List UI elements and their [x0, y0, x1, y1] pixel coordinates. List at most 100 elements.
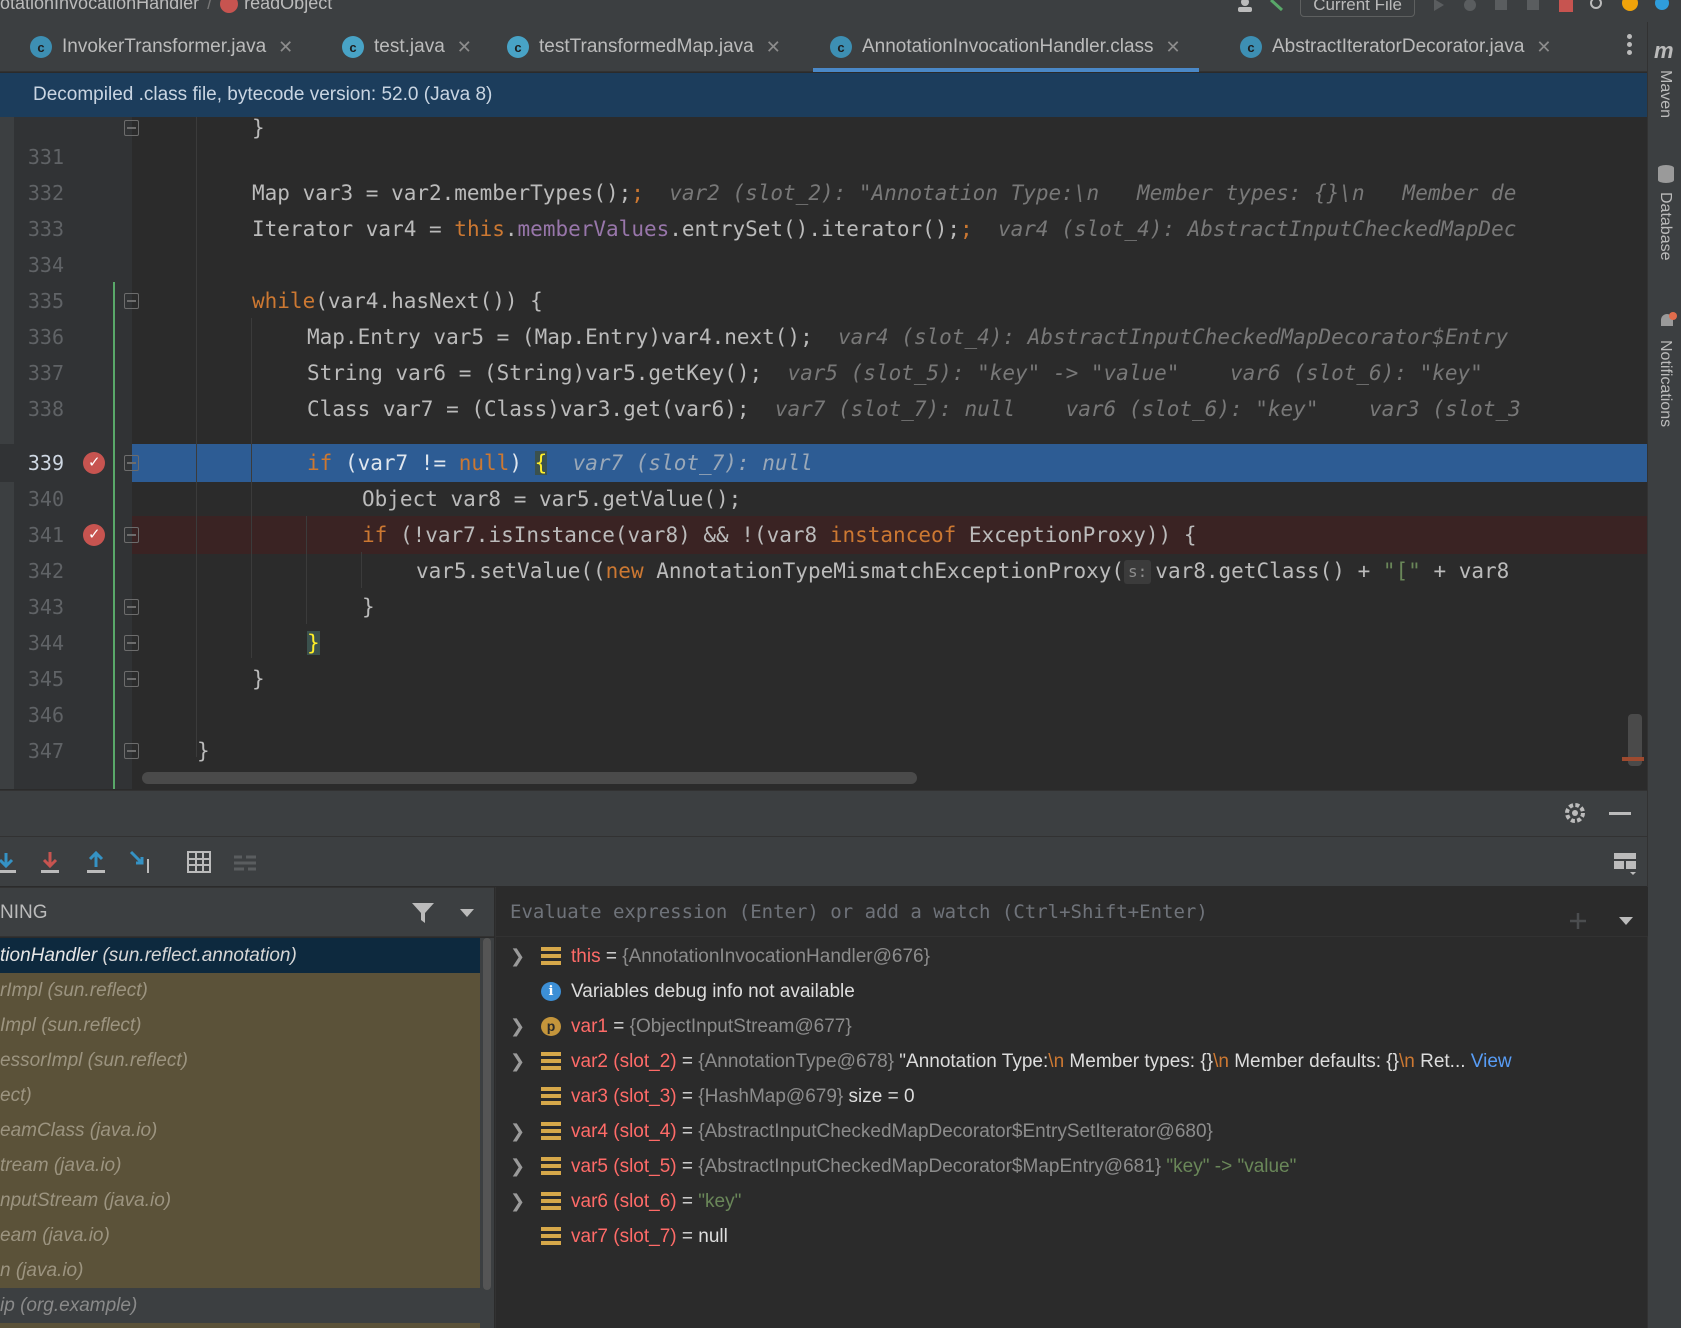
frame-item[interactable]: ip (org.example) [0, 1288, 480, 1323]
thread-selector[interactable]: NING [0, 902, 48, 924]
variable-row-var1[interactable]: ❯ p var1 = {ObjectInputStream@677} [496, 1009, 1648, 1044]
indent-guide [196, 117, 197, 757]
expand-arrow-icon[interactable]: ❯ [510, 1114, 525, 1149]
navigation-bar: otationInvocationHandler / readObject Curr… [0, 0, 1681, 22]
fold-marker-icon[interactable] [124, 743, 139, 759]
fold-marker-icon[interactable] [124, 671, 139, 687]
variable-row-var7[interactable]: var7 (slot_7) = null [496, 1219, 1648, 1254]
variable-row-var6[interactable]: ❯ var6 (slot_6) = "key" [496, 1184, 1648, 1219]
frame-item[interactable]: eam (java.io) [0, 1218, 480, 1253]
add-watch-icon[interactable] [1567, 910, 1589, 932]
debug-icon[interactable] [1461, 0, 1479, 12]
fold-marker-icon[interactable] [124, 599, 139, 615]
chevron-down-icon[interactable] [1618, 916, 1634, 926]
variable-row-var3[interactable]: var3 (slot_3) = {HashMap@679} size = 0 [496, 1079, 1648, 1114]
code-line-331: 331 [0, 138, 1647, 176]
tab-invoker-transformer[interactable]: c InvokerTransformer.java ✕ [30, 22, 293, 72]
filter-icon[interactable] [411, 902, 435, 924]
expand-arrow-icon[interactable]: ❯ [510, 1149, 525, 1184]
evaluate-expression-icon[interactable] [186, 849, 212, 875]
frame-item[interactable]: tream (java.io) [0, 1148, 480, 1183]
trace-stream-icon[interactable] [232, 849, 258, 875]
line-number: 334 [27, 253, 64, 277]
run-icon[interactable] [1429, 0, 1447, 12]
chevron-down-icon[interactable] [459, 908, 475, 918]
decompiled-banner: Decompiled .class file, bytecode version… [0, 73, 1647, 117]
close-icon[interactable]: ✕ [457, 37, 472, 58]
code-text: Iterator var4 = [252, 217, 455, 241]
frame-item[interactable]: rImpl (sun.reflect) [0, 973, 480, 1008]
breadcrumb-method[interactable]: readObject [244, 0, 332, 13]
user-icon[interactable] [1236, 0, 1254, 12]
tab-label: AnnotationInvocationHandler.class [862, 36, 1154, 57]
breakpoint-icon[interactable] [83, 515, 105, 553]
runnable-class-icon: c [342, 36, 364, 58]
maven-tool-button[interactable]: Maven [1656, 70, 1674, 118]
stop-icon[interactable] [1557, 0, 1575, 12]
notifications-bell-icon[interactable] [1657, 312, 1677, 332]
code-keyword: if [362, 523, 388, 547]
variable-row-var2[interactable]: ❯ var2 (slot_2) = {AnnotationType@678} "… [496, 1044, 1648, 1079]
frame-item[interactable]: ect) [0, 1078, 480, 1113]
tab-test-transformed-map[interactable]: c testTransformedMap.java ✕ [507, 22, 781, 72]
step-out-icon[interactable] [83, 849, 109, 875]
step-over-icon[interactable] [0, 849, 20, 875]
frame-item[interactable]: Impl (sun.reflect) [0, 1008, 480, 1043]
frames-header: NING [0, 887, 494, 937]
frame-item[interactable]: tionHandler (sun.reflect.annotation) [0, 938, 480, 973]
profile-icon[interactable] [1525, 0, 1543, 12]
frame-item[interactable]: n (java.io) [0, 1253, 480, 1288]
close-icon[interactable]: ✕ [1536, 37, 1551, 58]
code-editor[interactable]: } 331 332 Map var3 = var2.memberTypes();… [0, 117, 1647, 789]
variable-row-var5[interactable]: ❯ var5 (slot_5) = {AbstractInputCheckedM… [496, 1149, 1648, 1184]
error-stripe-marker[interactable] [1622, 757, 1644, 761]
close-icon[interactable]: ✕ [766, 37, 781, 58]
fold-marker-icon[interactable] [124, 120, 139, 136]
maven-icon[interactable]: m [1654, 38, 1674, 64]
frames-list[interactable]: tionHandler (sun.reflect.annotation) rIm… [0, 938, 480, 1328]
editor-tabs: c InvokerTransformer.java ✕ c test.java ✕ ct… [0, 22, 1647, 72]
code-text: var8.getClass() + [1155, 559, 1383, 583]
variable-row-var4[interactable]: ❯ var4 (slot_4) = {AbstractInputCheckedM… [496, 1114, 1648, 1149]
database-tool-button[interactable]: Database [1656, 192, 1674, 261]
expand-arrow-icon[interactable]: ❯ [510, 1009, 525, 1044]
frame-item[interactable]: eamClass (java.io) [0, 1113, 480, 1148]
variable-row-this[interactable]: ❯ this = {AnnotationInvocationHandler@67… [496, 939, 1648, 974]
notifications-tool-button[interactable]: Notifications [1656, 340, 1674, 427]
coverage-icon[interactable] [1493, 0, 1511, 12]
frame-item[interactable]: essorImpl (sun.reflect) [0, 1043, 480, 1078]
fold-marker-icon[interactable] [124, 527, 139, 543]
expand-arrow-icon[interactable]: ❯ [510, 1184, 525, 1219]
database-icon[interactable] [1657, 164, 1675, 184]
tab-annotation-invocation-handler[interactable]: c AnnotationInvocationHandler.class ✕ [813, 22, 1199, 72]
code-line-336: 336 Map.Entry var5 = (Map.Entry)var4.nex… [0, 318, 1647, 356]
inline-debug-value: var7 (slot_7): null [572, 451, 813, 475]
expand-arrow-icon[interactable]: ❯ [510, 939, 525, 974]
fold-marker-icon[interactable] [124, 293, 139, 309]
run-to-cursor-icon[interactable] [128, 849, 154, 875]
tab-test-java[interactable]: c test.java ✕ [342, 22, 472, 72]
updates-icon[interactable] [1621, 0, 1639, 12]
plugin-icon[interactable] [1653, 0, 1671, 12]
breadcrumb-class[interactable]: otationInvocationHandler [0, 0, 199, 13]
search-icon[interactable] [1589, 0, 1607, 12]
run-configuration-select[interactable]: Current File [1300, 0, 1415, 17]
more-tabs-icon[interactable] [1627, 34, 1633, 58]
view-link[interactable]: View [1466, 1051, 1512, 1072]
step-into-icon[interactable] [37, 849, 63, 875]
close-icon[interactable]: ✕ [1166, 37, 1181, 58]
code-text: Map.Entry var5 = (Map.Entry)var4.next(); [307, 325, 813, 349]
gear-icon[interactable] [1563, 801, 1587, 825]
expand-arrow-icon[interactable]: ❯ [510, 1044, 525, 1079]
tab-abstract-iterator-decorator[interactable]: c AbstractIteratorDecorator.java ✕ [1240, 22, 1551, 72]
fold-marker-icon[interactable] [124, 635, 139, 651]
close-icon[interactable]: ✕ [278, 37, 293, 58]
frame-item[interactable]: nputStream (java.io) [0, 1183, 480, 1218]
build-hammer-icon[interactable] [1268, 0, 1286, 12]
code-string: "[" [1382, 559, 1421, 583]
layout-settings-icon[interactable] [1612, 849, 1638, 875]
horizontal-scrollbar[interactable] [142, 772, 917, 784]
frames-scrollbar[interactable] [480, 938, 494, 1328]
evaluate-expression-input[interactable]: Evaluate expression (Enter) or add a wat… [496, 887, 1648, 937]
minimize-icon[interactable] [1609, 801, 1631, 825]
